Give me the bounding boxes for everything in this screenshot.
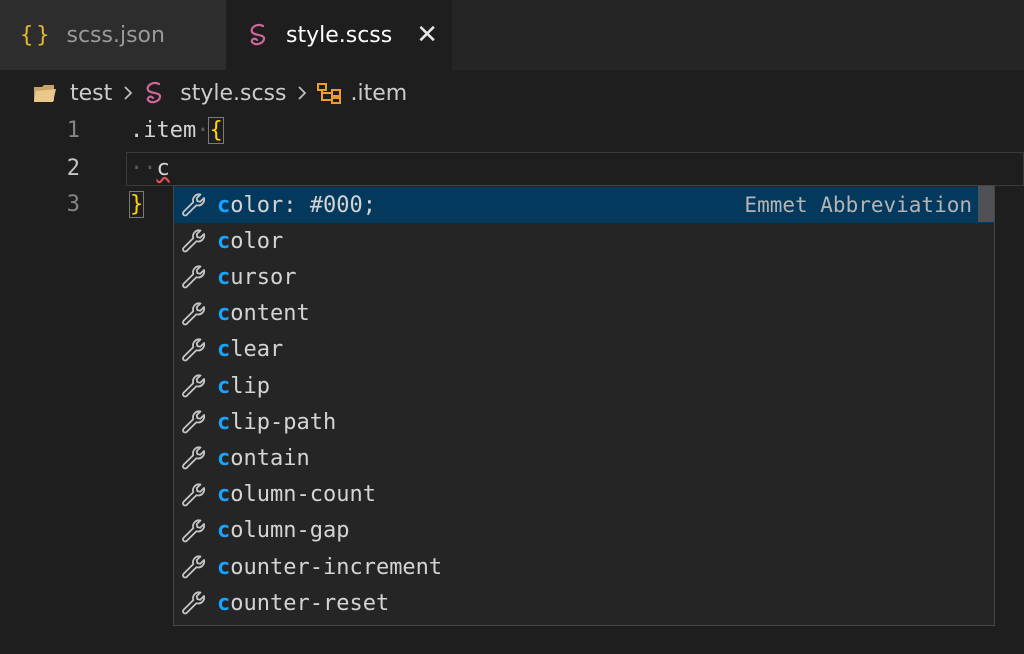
breadcrumb-symbol[interactable]: .item bbox=[316, 81, 407, 106]
wrench-icon bbox=[180, 264, 206, 290]
wrench-icon bbox=[180, 228, 206, 254]
match-highlight: c bbox=[217, 192, 231, 218]
tab-scss-json[interactable]: {} scss.json bbox=[0, 0, 226, 70]
suggestion-label: color: #000; bbox=[217, 193, 376, 218]
suggestion-rest: ounter-increment bbox=[230, 554, 443, 580]
tab-label: scss.json bbox=[66, 22, 165, 48]
suggestion-rest: ounter-reset bbox=[230, 590, 390, 616]
match-highlight: c bbox=[217, 409, 231, 435]
suggestion-item[interactable]: clip bbox=[174, 368, 994, 404]
wrench-icon bbox=[180, 409, 206, 435]
match-highlight: c bbox=[217, 445, 231, 471]
symbol-class-icon bbox=[317, 83, 342, 104]
suggestion-rest: lear bbox=[230, 337, 284, 363]
wrench-icon bbox=[180, 373, 206, 399]
breadcrumb-file-label: style.scss bbox=[180, 80, 287, 106]
match-highlight: c bbox=[217, 337, 231, 363]
suggestion-rest: ursor bbox=[230, 264, 297, 290]
line-code: } bbox=[128, 190, 145, 218]
suggestion-item[interactable]: cursor bbox=[174, 259, 994, 295]
match-highlight: c bbox=[217, 264, 231, 290]
match-highlight: c bbox=[217, 590, 231, 616]
match-highlight: c bbox=[217, 228, 231, 254]
close-icon[interactable]: ✕ bbox=[416, 22, 438, 48]
line-number: 3 bbox=[66, 191, 80, 217]
sass-icon bbox=[246, 22, 272, 48]
suggestion-rest: olor bbox=[230, 228, 284, 254]
close-brace: } bbox=[128, 190, 145, 218]
chevron-right-icon bbox=[296, 85, 308, 101]
suggestion-rest: olor: #000; bbox=[230, 192, 376, 218]
suggestion-item[interactable]: clear bbox=[174, 332, 994, 368]
code-line-2[interactable]: 2 ··c bbox=[0, 150, 1024, 186]
suggestion-label: counter-increment bbox=[217, 555, 442, 580]
suggestion-label: content bbox=[217, 301, 310, 326]
suggestion-item[interactable]: column-count bbox=[174, 477, 994, 513]
wrench-icon bbox=[180, 554, 206, 580]
json-braces-icon: {} bbox=[20, 22, 53, 48]
line-code: .item·{ bbox=[130, 116, 224, 144]
code-line-1[interactable]: 1 .item·{ bbox=[0, 112, 1024, 148]
suggestion-rest: lip bbox=[230, 373, 270, 399]
match-highlight: c bbox=[217, 482, 231, 508]
match-highlight: c bbox=[217, 373, 231, 399]
line-number: 2 bbox=[66, 155, 80, 181]
suggestion-item[interactable]: counter-increment bbox=[174, 549, 994, 585]
wrench-icon bbox=[180, 301, 206, 327]
suggestion-label: column-gap bbox=[217, 518, 349, 543]
suggestion-item[interactable]: color: #000; Emmet Abbreviation bbox=[174, 187, 994, 223]
tab-style-scss[interactable]: style.scss ✕ bbox=[226, 0, 452, 70]
line-code: ··c bbox=[130, 156, 170, 181]
suggestion-rest: olumn-gap bbox=[230, 518, 350, 544]
wrench-icon bbox=[180, 445, 206, 471]
match-highlight: c bbox=[217, 554, 231, 580]
match-highlight: c bbox=[217, 518, 231, 544]
wrench-icon bbox=[180, 192, 206, 218]
suggestion-item[interactable]: counter-reset bbox=[174, 585, 994, 621]
suggestion-label: clear bbox=[217, 337, 283, 362]
suggestion-rest: lip-path bbox=[230, 409, 337, 435]
suggestion-rest: ontent bbox=[230, 301, 310, 327]
suggestion-label: column-count bbox=[217, 482, 376, 507]
breadcrumb-folder-label: test bbox=[70, 80, 113, 106]
tab-label: style.scss bbox=[286, 22, 393, 48]
breadcrumb-file[interactable]: style.scss bbox=[142, 80, 286, 106]
typed-text: c bbox=[156, 155, 170, 181]
suggestion-item[interactable]: clip-path bbox=[174, 404, 994, 440]
suggestion-item[interactable]: content bbox=[174, 296, 994, 332]
breadcrumb-symbol-label: .item bbox=[350, 80, 408, 106]
suggestion-rest: olumn-count bbox=[230, 482, 376, 508]
line-number: 1 bbox=[66, 117, 80, 143]
match-highlight: c bbox=[217, 301, 231, 327]
suggestion-item[interactable]: contain bbox=[174, 440, 994, 476]
suggestion-item[interactable]: color bbox=[174, 223, 994, 259]
suggestion-label: color bbox=[217, 229, 283, 254]
suggestion-label: clip bbox=[217, 374, 270, 399]
tab-bar: {} scss.json style.scss ✕ bbox=[0, 0, 1024, 70]
suggestion-label: clip-path bbox=[217, 410, 336, 435]
suggestion-label: cursor bbox=[217, 265, 296, 290]
suggestion-item[interactable]: column-gap bbox=[174, 513, 994, 549]
wrench-icon bbox=[180, 482, 206, 508]
wrench-icon bbox=[180, 590, 206, 616]
open-brace: { bbox=[208, 116, 224, 144]
folder-icon bbox=[34, 85, 56, 102]
suggestion-detail: Emmet Abbreviation bbox=[744, 193, 972, 217]
suggestion-widget: counter-reset counter-increment column-gap… bbox=[173, 185, 995, 626]
wrench-icon bbox=[180, 518, 206, 544]
scrollbar-thumb[interactable] bbox=[978, 186, 994, 222]
wrench-icon bbox=[180, 337, 206, 363]
suggestion-label: counter-reset bbox=[217, 591, 389, 616]
suggestion-label: contain bbox=[217, 446, 310, 471]
breadcrumb-folder[interactable]: test bbox=[32, 81, 112, 106]
breadcrumb: test style.scss .item bbox=[32, 74, 407, 112]
sass-icon bbox=[146, 81, 162, 104]
selector-text: .item bbox=[130, 117, 197, 143]
chevron-right-icon bbox=[122, 85, 134, 101]
suggestion-rest: ontain bbox=[230, 445, 310, 471]
indent-whitespace: ·· bbox=[130, 155, 157, 181]
